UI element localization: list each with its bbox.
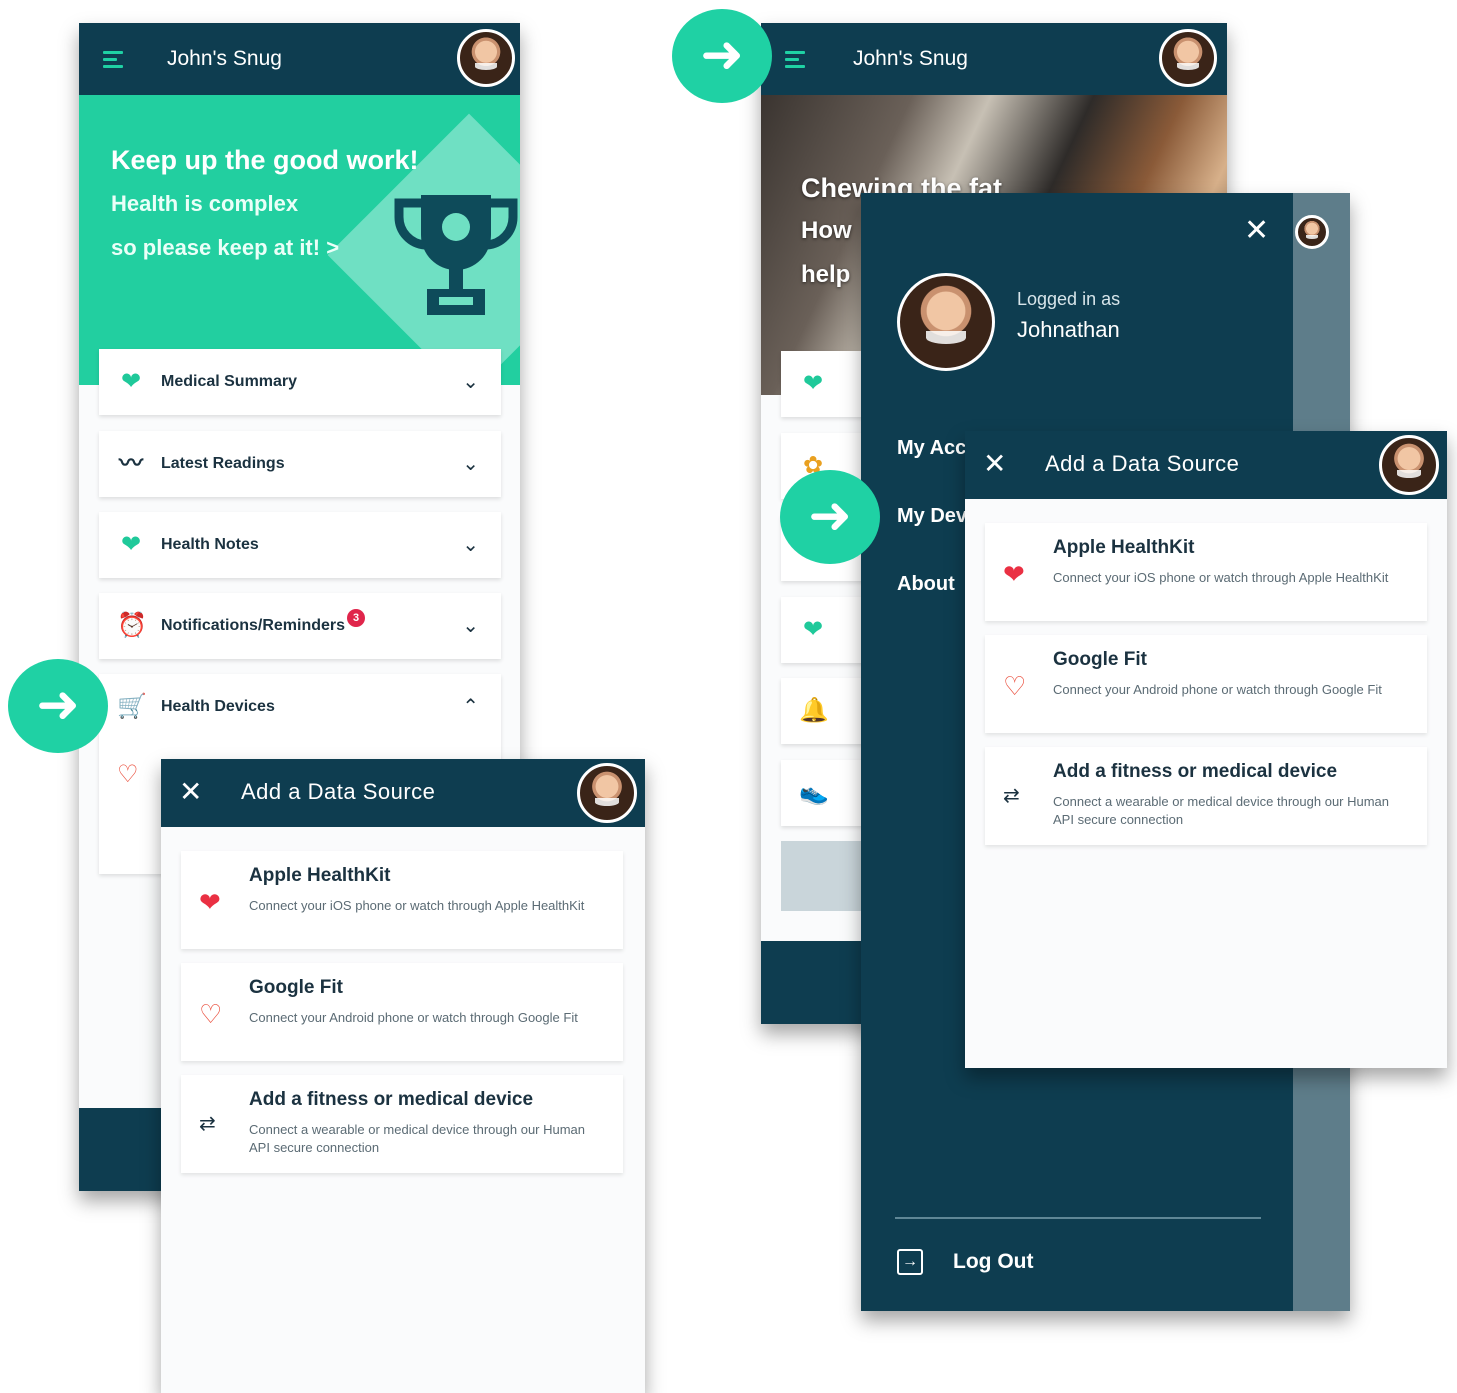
data-source-title: Add a Data Source bbox=[1045, 451, 1240, 476]
source-description: Connect a wearable or medical device thr… bbox=[249, 1122, 586, 1155]
article-subtitle-1: How bbox=[801, 217, 852, 244]
heart-icon: ❤ bbox=[199, 887, 221, 917]
accordion-notifications[interactable]: ⏰ Notifications/Reminders 3 ⌄ bbox=[99, 593, 501, 659]
chevron-up-icon: ⌃ bbox=[462, 696, 479, 718]
source-name: Google Fit bbox=[249, 977, 343, 998]
flow-arrow-icon: ➜ bbox=[8, 659, 108, 753]
google-fit-icon: ♡ bbox=[117, 761, 139, 788]
logout-button[interactable]: Log Out bbox=[953, 1250, 1033, 1274]
data-source-apple-healthkit[interactable]: ❤ Apple HealthKit Connect your iOS phone… bbox=[181, 851, 623, 949]
source-description: Connect your Android phone or watch thro… bbox=[1053, 682, 1382, 697]
drawer-divider bbox=[895, 1217, 1261, 1219]
source-name: Add a fitness or medical device bbox=[249, 1089, 534, 1110]
source-name: Apple HealthKit bbox=[249, 865, 391, 886]
accordion-label: Latest Readings bbox=[161, 455, 285, 472]
drawer-link-my-devices[interactable]: My Dev bbox=[897, 505, 967, 528]
chevron-down-icon: ⌄ bbox=[462, 534, 479, 556]
data-source-apple-healthkit[interactable]: ❤ Apple HealthKit Connect your iOS phone… bbox=[985, 523, 1427, 621]
data-source-title: Add a Data Source bbox=[241, 779, 436, 804]
close-icon[interactable]: ✕ bbox=[983, 447, 1006, 480]
avatar[interactable] bbox=[577, 763, 637, 823]
username: Johnathan bbox=[1017, 317, 1120, 342]
accordion-label: Notifications/Reminders 3 bbox=[161, 609, 366, 635]
app-title: John's Snug bbox=[853, 47, 968, 70]
accordion-health-notes[interactable]: ❤ Health Notes ⌄ bbox=[99, 512, 501, 578]
close-icon[interactable]: ✕ bbox=[179, 775, 202, 808]
data-source-google-fit[interactable]: ♡ Google Fit Connect your Android phone … bbox=[985, 635, 1427, 733]
app-title: John's Snug bbox=[167, 47, 282, 70]
source-description: Connect your Android phone or watch thro… bbox=[249, 1010, 578, 1025]
accordion-medical-summary[interactable]: ❤ Medical Summary ⌄ bbox=[99, 349, 501, 415]
banner-title: Keep up the good work! bbox=[111, 145, 419, 175]
chevron-down-icon: ⌄ bbox=[462, 371, 479, 393]
notification-badge: 3 bbox=[347, 609, 366, 627]
avatar[interactable] bbox=[457, 29, 515, 87]
profile-avatar bbox=[897, 273, 995, 371]
banner-subtitle-2: so please keep at it! > bbox=[111, 235, 340, 260]
add-data-source-panel: ✕ Add a Data Source ❤ Apple HealthKit Co… bbox=[161, 759, 645, 1393]
banner-subtitle-1: Health is complex bbox=[111, 191, 299, 216]
top-app-bar: John's Snug bbox=[761, 23, 1227, 95]
data-source-fitness-device[interactable]: ⇄ Add a fitness or medical device Connec… bbox=[985, 747, 1427, 845]
accordion-label: Health Devices bbox=[161, 698, 275, 715]
shoe-icon: 👟 bbox=[799, 779, 829, 806]
logout-icon[interactable]: → bbox=[897, 1249, 923, 1275]
article-subtitle-2: help bbox=[801, 261, 851, 288]
hamburger-menu-icon[interactable] bbox=[785, 51, 805, 68]
google-fit-icon: ♡ bbox=[199, 999, 223, 1029]
data-source-header: ✕ Add a Data Source bbox=[965, 431, 1447, 499]
data-source-header: ✕ Add a Data Source bbox=[161, 759, 645, 827]
heart-icon: ❤ bbox=[1003, 559, 1025, 589]
accordion-label-text: Notifications/Reminders bbox=[161, 617, 346, 634]
drawer-link-about[interactable]: About bbox=[897, 573, 955, 596]
accordion-label: Medical Summary bbox=[161, 373, 298, 390]
add-data-source-panel: ✕ Add a Data Source ❤ Apple HealthKit Co… bbox=[965, 431, 1447, 1068]
avatar[interactable] bbox=[1379, 435, 1439, 495]
bell-icon: 🔔 bbox=[799, 697, 829, 724]
source-name: Apple HealthKit bbox=[1053, 537, 1195, 558]
accordion-latest-readings[interactable]: 〰 Latest Readings ⌄ bbox=[99, 431, 501, 497]
pulse-icon: ⇄ bbox=[199, 1113, 216, 1135]
alarm-clock-icon: ⏰ bbox=[117, 612, 147, 639]
google-fit-icon: ♡ bbox=[1003, 671, 1027, 701]
source-name: Add a fitness or medical device bbox=[1053, 761, 1338, 782]
motivation-banner[interactable]: Keep up the good work! Health is complex… bbox=[79, 95, 520, 385]
pulse-icon: ⇄ bbox=[1003, 785, 1020, 807]
heart-check-icon: ❤ bbox=[802, 616, 824, 643]
heart-check-icon: ❤ bbox=[120, 368, 142, 395]
source-description: Connect your iOS phone or watch through … bbox=[1053, 570, 1389, 585]
cart-icon: 🛒 bbox=[117, 693, 147, 720]
avatar bbox=[1295, 215, 1329, 249]
source-name: Google Fit bbox=[1053, 649, 1147, 670]
trend-icon: 〰 bbox=[119, 450, 143, 477]
data-source-google-fit[interactable]: ♡ Google Fit Connect your Android phone … bbox=[181, 963, 623, 1061]
source-description: Connect your iOS phone or watch through … bbox=[249, 898, 585, 913]
data-source-fitness-device[interactable]: ⇄ Add a fitness or medical device Connec… bbox=[181, 1075, 623, 1173]
flow-arrow-icon: ➜ bbox=[780, 470, 880, 564]
logged-in-label: Logged in as bbox=[1017, 289, 1121, 309]
close-icon[interactable]: ✕ bbox=[1244, 213, 1269, 248]
heart-check-icon: ❤ bbox=[120, 531, 142, 558]
flow-arrow-icon: ➜ bbox=[672, 9, 772, 103]
trophy-icon bbox=[394, 195, 518, 315]
hamburger-menu-icon[interactable] bbox=[103, 51, 123, 68]
source-description: Connect a wearable or medical device thr… bbox=[1053, 794, 1390, 827]
heart-check-icon: ❤ bbox=[802, 370, 824, 397]
avatar[interactable] bbox=[1159, 29, 1217, 87]
accordion-label: Health Notes bbox=[161, 536, 259, 553]
drawer-link-my-account[interactable]: My Acc bbox=[897, 437, 966, 460]
chevron-down-icon: ⌄ bbox=[462, 615, 479, 637]
chevron-down-icon: ⌄ bbox=[462, 453, 479, 475]
top-app-bar: John's Snug bbox=[79, 23, 520, 95]
